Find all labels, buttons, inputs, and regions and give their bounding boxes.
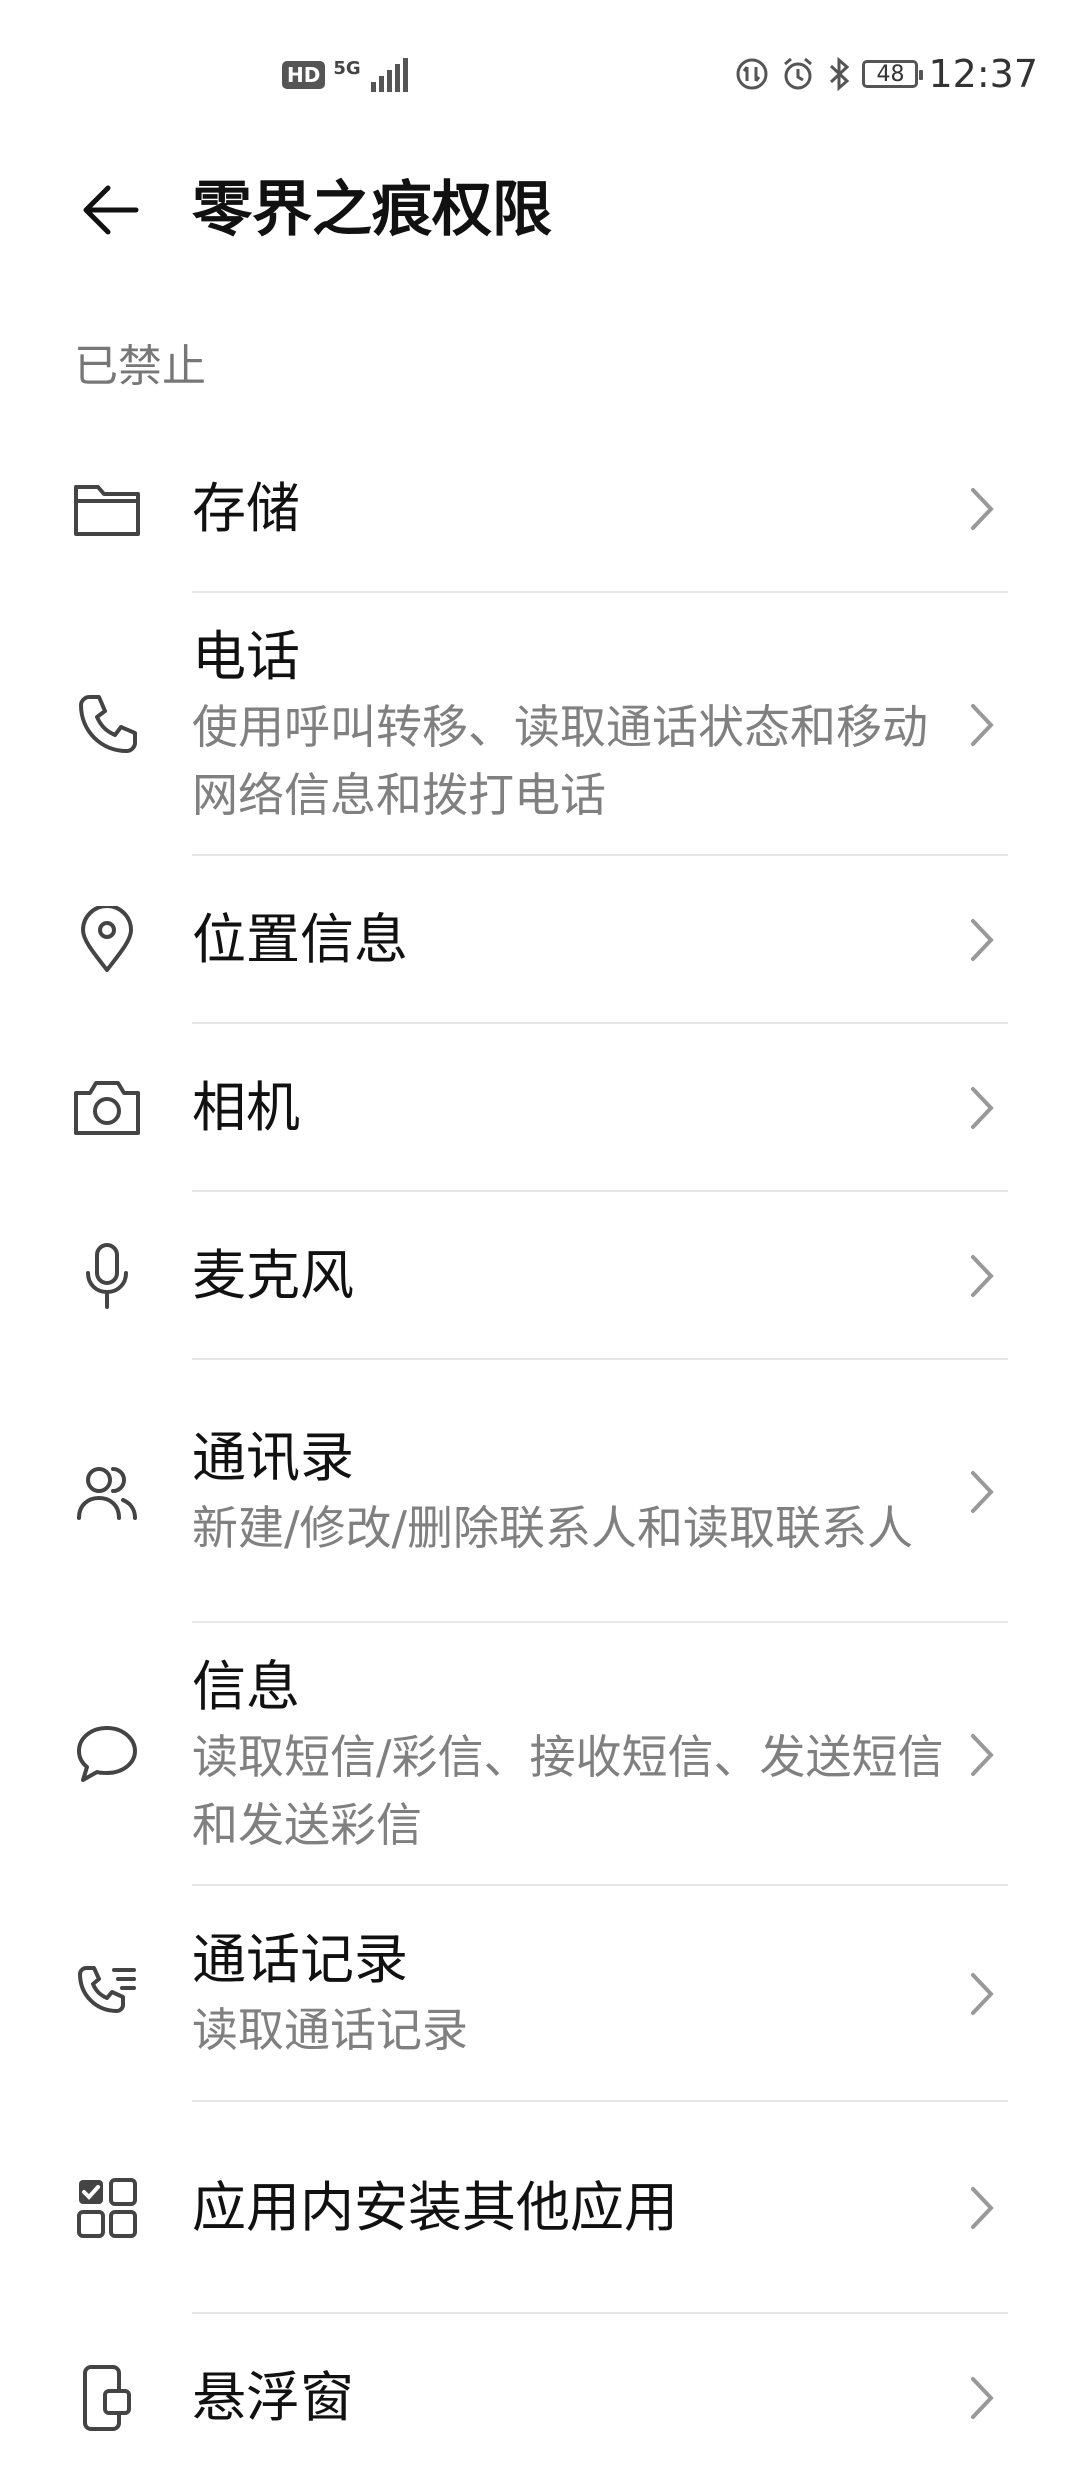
item-title: 通话记录 — [192, 1928, 408, 1991]
app-header: 零界之痕权限 — [0, 150, 1080, 270]
back-button[interactable] — [70, 170, 150, 250]
chevron-right-icon — [962, 695, 1002, 755]
chevron-right-icon — [962, 1078, 1002, 1138]
data-saver-icon — [734, 56, 770, 92]
permission-item-location[interactable]: 位置信息 — [0, 856, 1080, 1024]
chevron-right-icon — [962, 1462, 1002, 1522]
item-description: 使用呼叫转移、读取通话状态和移动网络信息和拨打电话 — [192, 699, 928, 822]
item-title: 相机 — [192, 1076, 300, 1139]
app-grid-icon — [72, 2173, 142, 2243]
permission-list: 存储 电话 使用呼叫转移、读取通话状态和移动网络信息和拨打电话 位置信息 相机 … — [0, 425, 1080, 2482]
permission-item-camera[interactable]: 相机 — [0, 1024, 1080, 1192]
arrow-left-icon — [83, 185, 139, 235]
item-title: 应用内安装其他应用 — [192, 2176, 678, 2239]
camera-icon — [72, 1073, 142, 1143]
alarm-icon — [780, 56, 816, 92]
item-description: 读取短信/彩信、接收短信、发送短信和发送彩信 — [192, 1729, 944, 1852]
signal-icon — [369, 58, 409, 92]
bluetooth-icon — [826, 56, 852, 92]
status-left: HD 5G — [282, 58, 409, 92]
permission-item-messages[interactable]: 信息 读取短信/彩信、接收短信、发送短信和发送彩信 — [0, 1623, 1080, 1886]
hd-badge: HD — [282, 61, 326, 89]
message-icon — [72, 1720, 142, 1790]
floating-window-icon — [72, 2363, 142, 2433]
chevron-right-icon — [962, 2178, 1002, 2238]
status-bar: HD 5G 48 12:37 — [0, 0, 1080, 150]
call-log-icon — [72, 1959, 142, 2029]
item-description: 新建/修改/删除联系人和读取联系人 — [192, 1500, 913, 1555]
permission-item-microphone[interactable]: 麦克风 — [0, 1192, 1080, 1360]
permission-item-storage[interactable]: 存储 — [0, 425, 1080, 593]
item-title: 通讯录 — [192, 1425, 354, 1489]
item-title: 电话 — [192, 624, 300, 688]
item-description: 读取通话记录 — [192, 2003, 468, 2057]
location-pin-icon — [72, 905, 142, 975]
status-right: 48 12:37 — [734, 52, 1038, 96]
network-type: 5G — [333, 57, 361, 79]
permission-item-floating-window[interactable]: 悬浮窗 — [0, 2314, 1080, 2482]
permission-item-contacts[interactable]: 通讯录 新建/修改/删除联系人和读取联系人 — [0, 1360, 1080, 1623]
chevron-right-icon — [962, 2368, 1002, 2428]
item-title: 信息 — [192, 1654, 300, 1718]
permission-item-install-apps[interactable]: 应用内安装其他应用 — [0, 2102, 1080, 2314]
permission-item-phone[interactable]: 电话 使用呼叫转移、读取通话状态和移动网络信息和拨打电话 — [0, 593, 1080, 856]
section-label-denied: 已禁止 — [74, 341, 206, 392]
chevron-right-icon — [962, 1246, 1002, 1306]
item-title: 麦克风 — [192, 1244, 354, 1307]
chevron-right-icon — [962, 479, 1002, 539]
item-title: 悬浮窗 — [192, 2366, 354, 2429]
permission-item-call-log[interactable]: 通话记录 读取通话记录 — [0, 1886, 1080, 2102]
chevron-right-icon — [962, 910, 1002, 970]
battery-icon: 48 — [862, 60, 924, 88]
page-title: 零界之痕权限 — [192, 175, 552, 245]
clock: 12:37 — [928, 52, 1038, 96]
chevron-right-icon — [962, 1964, 1002, 2024]
item-title: 存储 — [192, 477, 300, 540]
phone-icon — [72, 690, 142, 760]
microphone-icon — [72, 1241, 142, 1311]
item-title: 位置信息 — [192, 908, 408, 971]
contacts-icon — [72, 1457, 142, 1527]
folder-icon — [72, 474, 142, 544]
chevron-right-icon — [962, 1725, 1002, 1785]
